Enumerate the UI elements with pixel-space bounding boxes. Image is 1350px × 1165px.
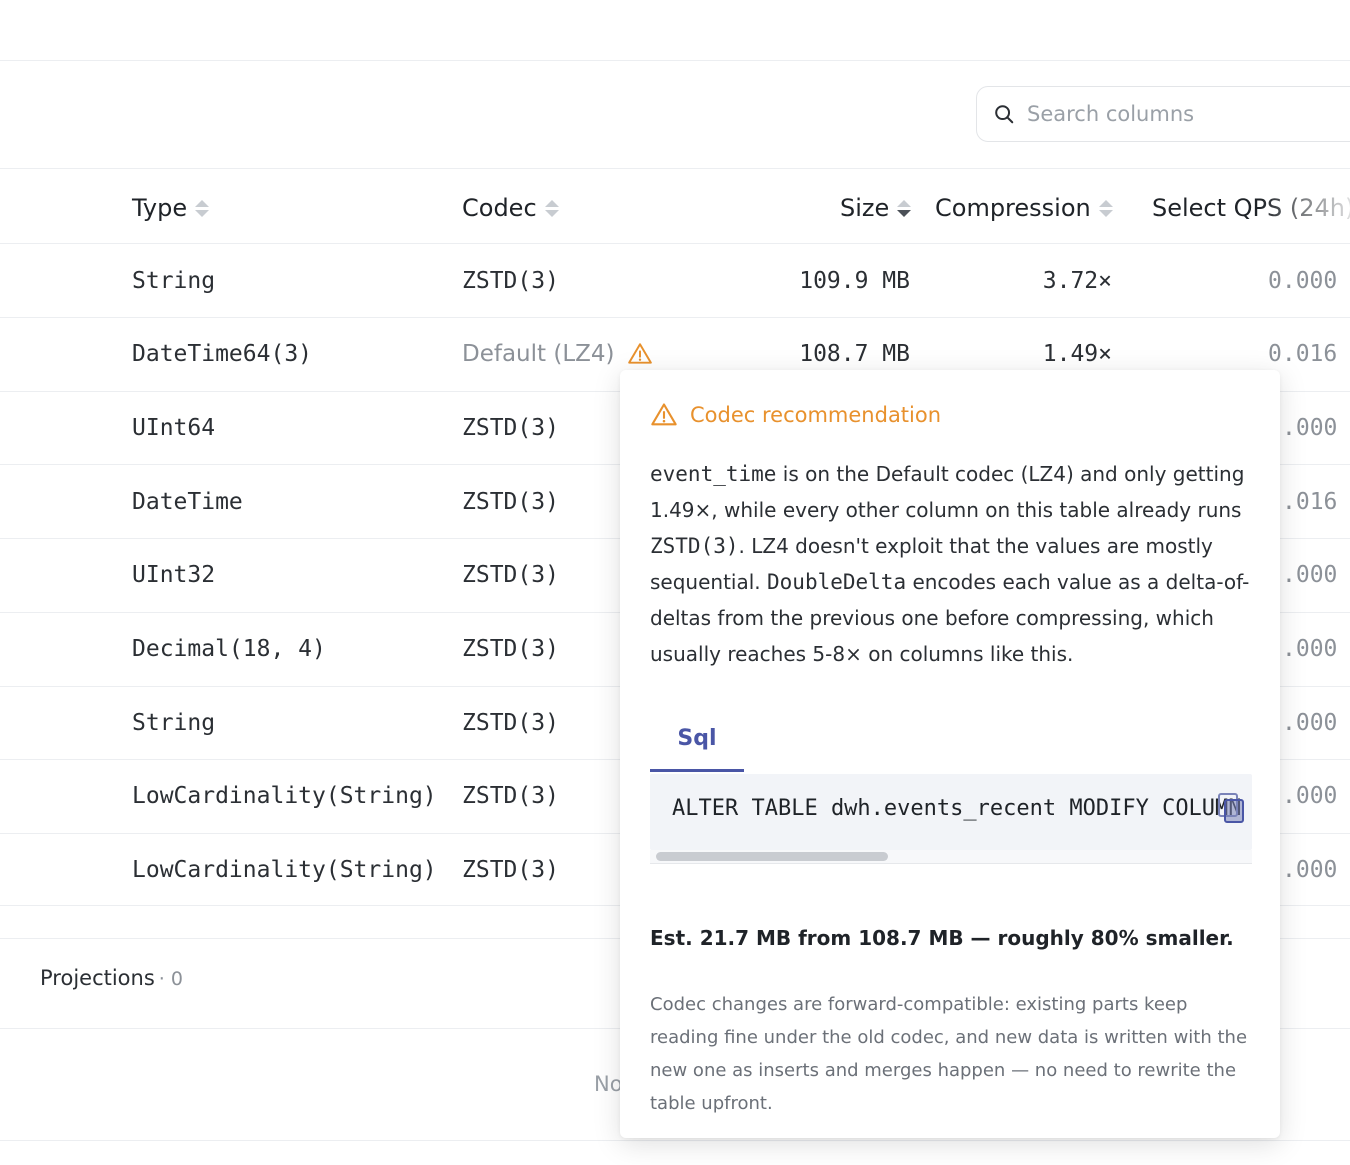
column-header-size[interactable]: Size (840, 190, 912, 226)
cell-select-qps: 0.000 (1268, 267, 1338, 294)
cell-codec: ZSTD(3) (462, 414, 559, 441)
cell-select-qps: .000 (1282, 636, 1338, 662)
size-estimate: Est. 21.7 MB from 108.7 MB — roughly 80%… (650, 926, 1234, 950)
cell-codec: ZSTD(3) (462, 488, 559, 515)
cell-select-qps: .000 (1282, 783, 1338, 810)
warning-icon[interactable] (627, 341, 653, 367)
zstd-code: ZSTD(3) (650, 534, 739, 558)
cell-codec: ZSTD(3) (462, 783, 559, 810)
code-tabs: Sql (650, 708, 1250, 772)
cell-type: LowCardinality(String) (132, 783, 437, 810)
codec-recommendation-popover: Codec recommendation event_time is on th… (620, 370, 1280, 1138)
doubledelta-code: DoubleDelta (767, 570, 907, 594)
cell-size: 109.9 MB (799, 267, 910, 294)
top-divider (0, 60, 1350, 61)
compatibility-note: Codec changes are forward-compatible: ex… (650, 994, 1248, 1114)
table-row[interactable]: String ZSTD(3) 109.9 MB 3.72× 0.000 (0, 244, 1350, 317)
cell-select-qps: 0.016 (1268, 341, 1338, 368)
header-top-divider (0, 168, 1350, 169)
copy-icon[interactable] (1216, 792, 1246, 824)
projections-section-title: Projections · 0 (40, 966, 183, 990)
cell-codec: ZSTD(3) (462, 636, 559, 662)
header-label: Type (132, 194, 188, 222)
cell-type: DateTime (132, 488, 243, 515)
projections-count: · 0 (158, 968, 183, 990)
search-input[interactable] (1027, 102, 1327, 126)
search-icon (995, 105, 1014, 124)
column-name-code: event_time (650, 462, 777, 486)
cell-codec: ZSTD(3) (462, 562, 559, 589)
sort-icon (195, 199, 210, 217)
cell-codec: ZSTD(3) (462, 857, 559, 884)
bottom-divider (0, 1140, 1350, 1141)
cell-select-qps: .000 (1282, 857, 1338, 884)
cell-type: LowCardinality(String) (132, 857, 437, 884)
sort-icon (1098, 199, 1113, 217)
popover-title: Codec recommendation (650, 400, 1250, 430)
cell-select-qps: .016 (1282, 488, 1338, 515)
header-label: Size (840, 194, 890, 222)
cell-select-qps: .000 (1282, 414, 1338, 441)
cell-type: String (132, 709, 216, 736)
cell-type: UInt32 (132, 562, 216, 589)
column-header-codec[interactable]: Codec (462, 190, 559, 226)
sql-code: ALTER TABLE dwh.events_recent MODIFY COL… (672, 796, 1242, 821)
projections-empty-text: No (594, 1072, 623, 1096)
tab-sql[interactable]: Sql (650, 708, 744, 772)
cell-select-qps: .000 (1282, 562, 1338, 589)
cell-compression: 3.72× (1042, 267, 1112, 294)
column-header-type[interactable]: Type (132, 190, 210, 226)
header-label: Codec (462, 194, 537, 222)
popover-title-text: Codec recommendation (690, 403, 942, 427)
column-header-compression[interactable]: Compression (935, 190, 1113, 226)
cell-codec: ZSTD(3) (462, 267, 559, 294)
warning-icon (651, 403, 677, 426)
sort-icon (544, 199, 559, 217)
scrollbar-thumb[interactable] (656, 852, 888, 861)
search-box (976, 86, 1350, 142)
header-label: Compression (935, 194, 1091, 222)
cell-type: DateTime64(3) (132, 341, 313, 368)
popover-body: event_time is on the Default codec (LZ4)… (650, 456, 1250, 672)
codec-text: Default (LZ4) (462, 341, 615, 368)
projections-label: Projections (40, 966, 155, 990)
sql-code-block: ALTER TABLE dwh.events_recent MODIFY COL… (650, 774, 1252, 850)
code-horizontal-scrollbar[interactable] (650, 850, 1252, 864)
sort-desc-icon (897, 199, 912, 217)
cell-type: Decimal(18, 4) (132, 636, 326, 662)
header-fade (1260, 180, 1350, 240)
cell-type: String (132, 267, 216, 294)
cell-select-qps: .000 (1282, 709, 1338, 736)
cell-type: UInt64 (132, 414, 216, 441)
cell-codec: ZSTD(3) (462, 709, 559, 736)
